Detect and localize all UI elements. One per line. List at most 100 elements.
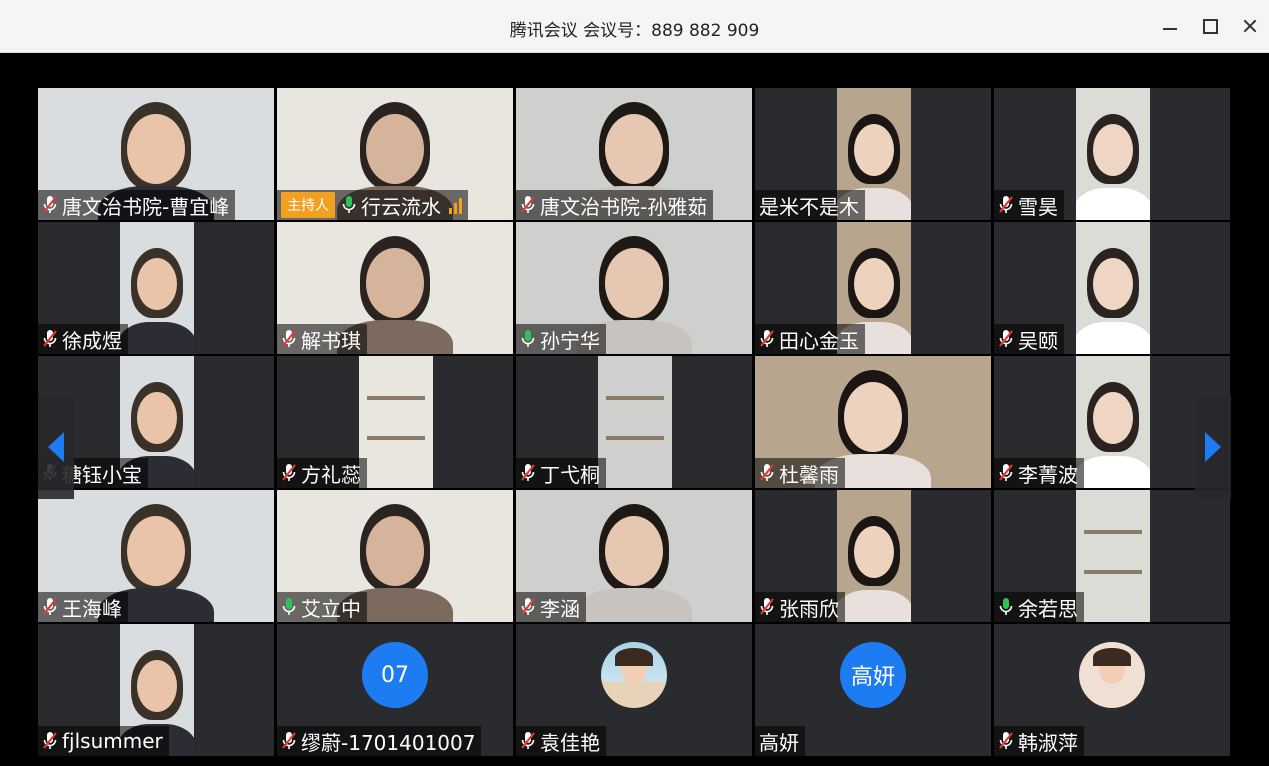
participant-name-bar: 杜馨雨 (755, 458, 845, 488)
participant-tile[interactable]: 吴颐 (994, 222, 1230, 354)
chevron-right-icon[interactable] (1195, 395, 1231, 499)
window-title: 腾讯会议 会议号：889 882 909 (509, 21, 760, 41)
participant-name-bar: fjlsummer (38, 726, 169, 756)
mic-icon (281, 597, 297, 617)
participant-tile[interactable]: 07 缪蔚-1701401007 (277, 624, 513, 756)
participant-name: 田心金玉 (779, 328, 859, 353)
video-feed (1076, 88, 1150, 220)
participant-name: 缪蔚-1701401007 (301, 730, 476, 755)
participant-tile[interactable]: 唐文治书院-曹宜峰 (38, 88, 274, 220)
signal-icon (449, 196, 462, 214)
participant-name-bar: 李涵 (516, 592, 586, 622)
participant-tile[interactable]: 李涵 (516, 490, 752, 622)
title-bar: 腾讯会议 会议号：889 882 909 (0, 0, 1269, 53)
minimize-icon[interactable] (1158, 14, 1182, 38)
mic-muted-icon (281, 463, 297, 483)
participant-name: 吴颐 (1018, 328, 1058, 353)
participant-name: 唐文治书院-孙雅茹 (540, 194, 708, 219)
participant-tile[interactable]: 徐成煜 (38, 222, 274, 354)
participant-name: fjlsummer (62, 729, 163, 753)
participant-name-bar: 主持人 行云流水 (277, 190, 468, 220)
mic-icon (520, 329, 536, 349)
mic-muted-icon (520, 597, 536, 617)
participant-name-bar: 高妍 (755, 726, 805, 756)
participant-name-bar: 张雨欣 (755, 592, 845, 622)
chevron-left-icon[interactable] (38, 395, 74, 499)
participant-tile[interactable]: 雪昊 (994, 88, 1230, 220)
participant-name-bar: 唐文治书院-孙雅茹 (516, 190, 714, 220)
participant-tile[interactable]: 田心金玉 (755, 222, 991, 354)
participant-name: 唐文治书院-曹宜峰 (62, 194, 230, 219)
participant-tile[interactable]: 袁佳艳 (516, 624, 752, 756)
participant-tile[interactable]: 孙宁华 (516, 222, 752, 354)
participant-name-bar: 缪蔚-1701401007 (277, 726, 482, 756)
participant-name-bar: 解书琪 (277, 324, 367, 354)
participant-name-bar: 韩淑萍 (994, 726, 1084, 756)
participant-name: 解书琪 (301, 328, 361, 353)
video-feed (1076, 222, 1150, 354)
participant-name: 艾立中 (301, 596, 361, 621)
participant-tile[interactable]: 张雨欣 (755, 490, 991, 622)
participant-tile[interactable]: 王海峰 (38, 490, 274, 622)
participant-name-bar: 是米不是木 (755, 190, 865, 220)
participant-tile[interactable]: 杜馨雨 (755, 356, 991, 488)
mic-muted-icon (42, 195, 58, 215)
close-icon[interactable] (1238, 14, 1262, 38)
participant-name-bar: 王海峰 (38, 592, 128, 622)
mic-muted-icon (998, 731, 1014, 751)
video-feed (1076, 356, 1150, 488)
mic-muted-icon (520, 463, 536, 483)
avatar (1079, 642, 1145, 708)
mic-muted-icon (998, 195, 1014, 215)
maximize-icon[interactable] (1198, 14, 1222, 38)
mic-muted-icon (42, 329, 58, 349)
participant-name: 袁佳艳 (540, 730, 600, 755)
participant-name-bar: 吴颐 (994, 324, 1064, 354)
participant-tile[interactable]: 主持人 行云流水 (277, 88, 513, 220)
participant-name-bar: 艾立中 (277, 592, 367, 622)
participant-tile[interactable]: 丁弋桐 (516, 356, 752, 488)
participant-name-bar: 唐文治书院-曹宜峰 (38, 190, 236, 220)
participant-tile[interactable]: 韩淑萍 (994, 624, 1230, 756)
participant-name: 余若思 (1018, 596, 1078, 621)
participant-name-bar: 余若思 (994, 592, 1084, 622)
participant-name: 李菁波 (1018, 462, 1078, 487)
participant-name: 行云流水 (361, 194, 441, 219)
mic-icon (341, 195, 357, 215)
participant-tile[interactable]: 高妍 高妍 (755, 624, 991, 756)
participant-name-bar: 孙宁华 (516, 324, 606, 354)
participant-name-bar: 田心金玉 (755, 324, 865, 354)
participant-name: 糖钰小宝 (62, 462, 142, 487)
mic-icon (998, 597, 1014, 617)
avatar: 高妍 (840, 642, 906, 708)
participant-name: 张雨欣 (779, 596, 839, 621)
participant-name: 雪昊 (1018, 194, 1058, 219)
video-feed (120, 222, 194, 354)
participant-name: 李涵 (540, 596, 580, 621)
participant-tile[interactable]: 解书琪 (277, 222, 513, 354)
participant-name: 韩淑萍 (1018, 730, 1078, 755)
video-feed (1076, 490, 1150, 622)
participant-tile[interactable]: 唐文治书院-孙雅茹 (516, 88, 752, 220)
participant-name: 王海峰 (62, 596, 122, 621)
participant-tile[interactable]: 方礼蕊 (277, 356, 513, 488)
participant-name: 杜馨雨 (779, 462, 839, 487)
participant-tile[interactable]: 是米不是木 (755, 88, 991, 220)
participant-name: 方礼蕊 (301, 462, 361, 487)
mic-muted-icon (998, 463, 1014, 483)
participant-name-bar: 雪昊 (994, 190, 1064, 220)
mic-muted-icon (520, 195, 536, 215)
mic-muted-icon (759, 463, 775, 483)
video-feed (598, 356, 672, 488)
participant-tile[interactable]: 余若思 (994, 490, 1230, 622)
mic-muted-icon (759, 329, 775, 349)
participant-name-bar: 袁佳艳 (516, 726, 606, 756)
participant-name-bar: 徐成煜 (38, 324, 128, 354)
avatar (601, 642, 667, 708)
participant-tile[interactable]: 艾立中 (277, 490, 513, 622)
participant-name: 是米不是木 (759, 194, 859, 219)
video-feed (837, 490, 911, 622)
participant-name: 高妍 (759, 730, 799, 755)
participant-tile[interactable]: fjlsummer (38, 624, 274, 756)
video-feed (359, 356, 433, 488)
